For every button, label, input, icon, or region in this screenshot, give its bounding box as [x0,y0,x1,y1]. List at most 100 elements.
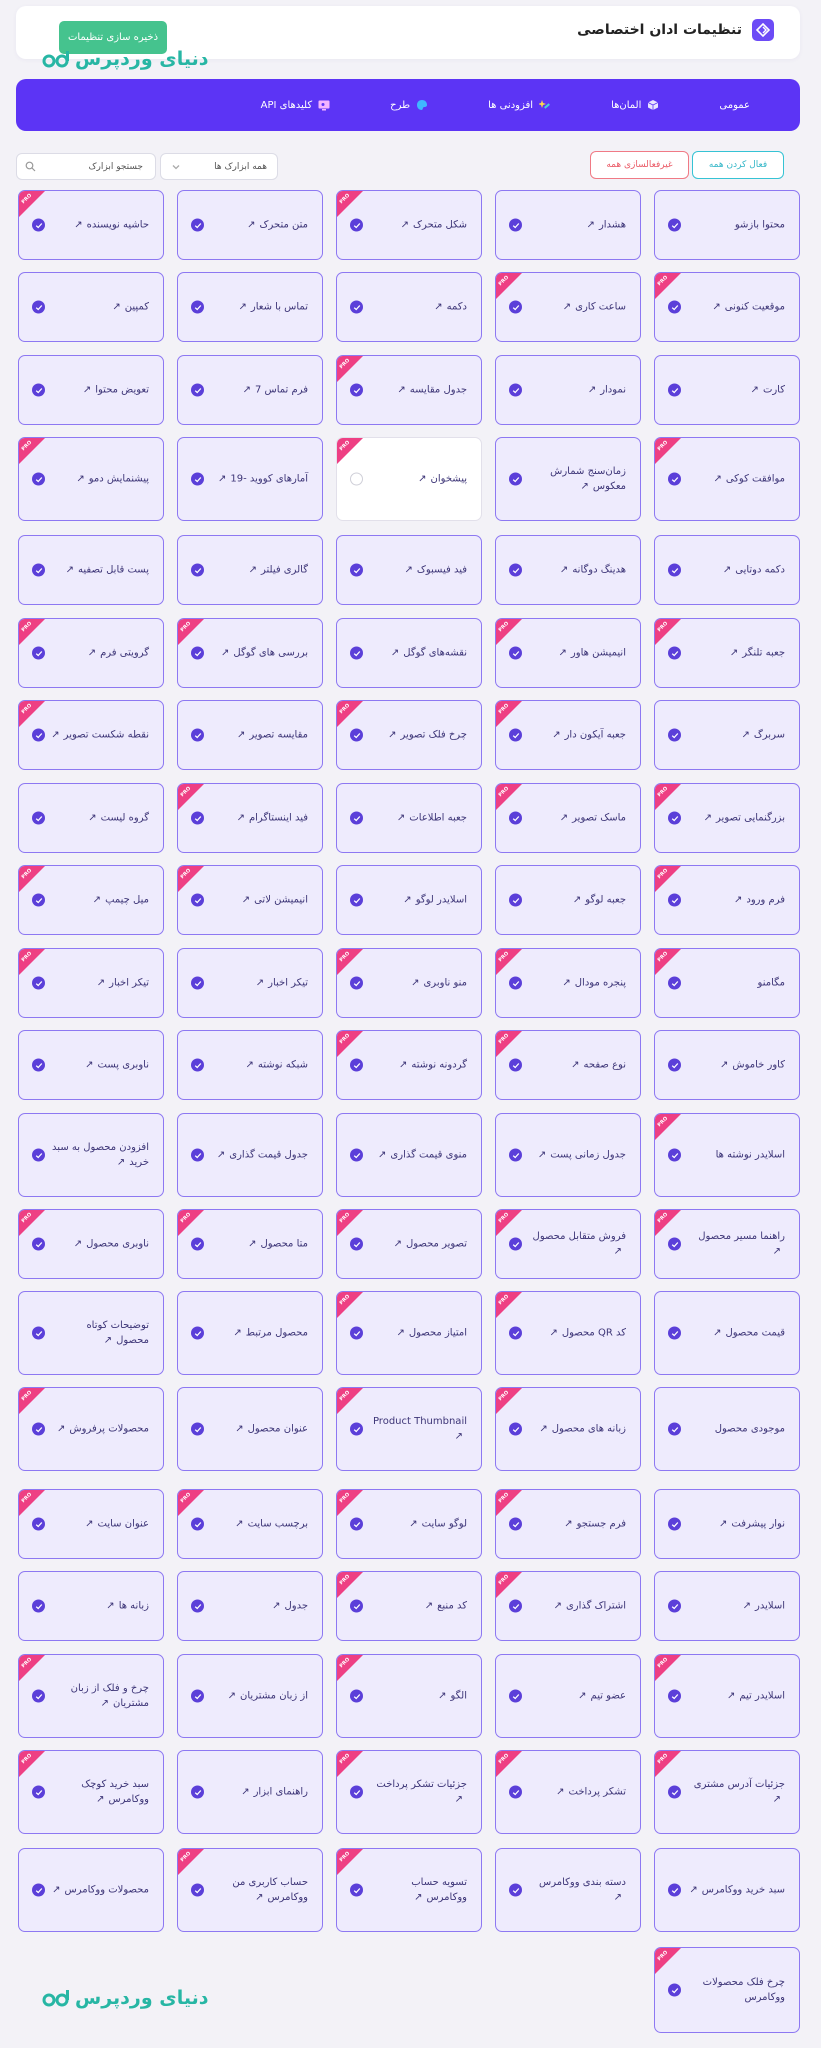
widget-card[interactable]: لوگو سایت ↗ PRO [336,1489,482,1559]
external-link-icon[interactable]: ↗ [85,1058,93,1073]
external-link-icon[interactable]: ↗ [614,1890,622,1905]
external-link-icon[interactable]: ↗ [249,563,257,578]
widget-card[interactable]: اسلایدر لوگو ↗ [336,865,482,935]
checkmark-toggle-icon[interactable] [509,728,522,742]
external-link-icon[interactable]: ↗ [104,1333,112,1348]
checkmark-toggle-icon[interactable] [191,1058,204,1072]
external-link-icon[interactable]: ↗ [237,811,245,826]
tab-elements[interactable]: المان‌ها [611,90,659,120]
widget-filter-select[interactable]: همه ابزارک ها [160,153,278,180]
widget-card[interactable]: دکمه ↗ [336,272,482,342]
checkmark-toggle-icon[interactable] [32,811,45,825]
external-link-icon[interactable]: ↗ [538,1148,546,1163]
enable-all-button[interactable]: فعال کردن همه [692,151,784,179]
external-link-icon[interactable]: ↗ [455,1429,463,1444]
external-link-icon[interactable]: ↗ [388,728,396,743]
external-link-icon[interactable]: ↗ [560,563,568,578]
checkmark-toggle-icon[interactable] [32,1422,45,1436]
external-link-icon[interactable]: ↗ [713,1326,721,1341]
widget-card[interactable]: فروش متقابل محصول ↗ PRO [495,1209,641,1279]
checkmark-toggle-icon[interactable] [668,563,681,577]
widget-card[interactable]: الگو ↗ PRO [336,1654,482,1738]
widget-card[interactable]: شکل متحرک ↗ PRO [336,190,482,260]
external-link-icon[interactable]: ↗ [228,1689,236,1704]
checkmark-toggle-icon[interactable] [509,976,522,990]
widget-card[interactable]: جعبه لوگو ↗ [495,865,641,935]
checkmark-toggle-icon[interactable] [668,1326,681,1340]
checkmark-toggle-icon[interactable] [32,1517,45,1531]
widget-card[interactable]: زبانه های محصول ↗ PRO [495,1387,641,1471]
widget-card[interactable]: اشتراک گذاری↗ PRO [495,1571,641,1641]
external-link-icon[interactable]: ↗ [93,893,101,908]
checkmark-toggle-icon[interactable] [191,976,204,990]
widget-card[interactable]: جزئیات آدرس مشتری ↗ PRO [654,1750,800,1834]
checkmark-toggle-icon[interactable] [191,563,204,577]
external-link-icon[interactable]: ↗ [438,1689,446,1704]
widget-card[interactable]: شبکه نوشته ↗ [177,1030,323,1100]
external-link-icon[interactable]: ↗ [559,646,567,661]
widget-card[interactable]: انیمیشن لاتی ↗ PRO [177,865,323,935]
external-link-icon[interactable]: ↗ [401,218,409,233]
widget-card[interactable]: چرخ فلک محصولات ووکامرس PRO [654,1947,800,2033]
checkmark-toggle-icon[interactable] [32,1785,45,1799]
widget-card[interactable]: عنوان محصول ↗ [177,1387,323,1471]
external-link-icon[interactable]: ↗ [218,472,226,487]
tab-general[interactable]: عمومی [719,90,750,120]
widget-card[interactable]: بزرگنمایی تصویر ↗ PRO [654,783,800,853]
checkmark-toggle-icon[interactable] [191,1785,204,1799]
checkmark-toggle-icon[interactable] [32,976,45,990]
checkmark-toggle-icon[interactable] [350,300,363,314]
widget-card[interactable]: فید فیسبوک↗ [336,535,482,605]
checkmark-toggle-icon[interactable] [350,1148,363,1162]
checkmark-toggle-icon[interactable] [668,1599,681,1613]
checkmark-toggle-icon[interactable] [191,893,204,907]
external-link-icon[interactable]: ↗ [394,1237,402,1252]
widget-card[interactable]: سربرگ ↗ [654,700,800,770]
checkmark-toggle-icon[interactable] [509,811,522,825]
checkmark-toggle-icon[interactable] [350,218,363,232]
checkmark-toggle-icon[interactable] [350,383,363,397]
external-link-icon[interactable]: ↗ [614,1244,622,1259]
external-link-icon[interactable]: ↗ [256,976,264,991]
external-link-icon[interactable]: ↗ [88,646,96,661]
checkmark-toggle-icon[interactable] [32,383,45,397]
widget-card[interactable]: پیشخوان ↗ PRO [336,437,482,521]
external-link-icon[interactable]: ↗ [743,1599,751,1614]
widget-card[interactable]: جدول ↗ [177,1571,323,1641]
checkmark-toggle-icon[interactable] [509,218,522,232]
checkmark-toggle-icon[interactable] [509,1058,522,1072]
external-link-icon[interactable]: ↗ [564,1517,572,1532]
disable-all-button[interactable]: غیرفعالسازی همه [590,151,689,179]
checkmark-toggle-icon[interactable] [191,218,204,232]
checkmark-toggle-icon[interactable] [32,1883,45,1897]
external-link-icon[interactable]: ↗ [397,383,405,398]
widget-card[interactable]: جعبه آیکون دار ↗ PRO [495,700,641,770]
checkmark-toggle-icon[interactable] [668,728,681,742]
external-link-icon[interactable]: ↗ [581,479,589,494]
checkmark-toggle-icon[interactable] [191,646,204,660]
widget-card[interactable]: هدینگ دوگانه ↗ [495,535,641,605]
checkmark-toggle-icon[interactable] [509,300,522,314]
checkmark-toggle-icon[interactable] [509,1517,522,1531]
widget-card[interactable]: نقشه‌های گوگل ↗ [336,618,482,688]
checkmark-toggle-icon[interactable] [32,728,45,742]
widget-card[interactable]: کد منبع ↗ PRO [336,1571,482,1641]
checkmark-toggle-icon[interactable] [350,563,363,577]
widget-card[interactable]: گردونه نوشته ↗ PRO [336,1030,482,1100]
widget-card[interactable]: متا محصول ↗ PRO [177,1209,323,1279]
external-link-icon[interactable]: ↗ [571,1058,579,1073]
checkmark-toggle-icon[interactable] [509,1148,522,1162]
external-link-icon[interactable]: ↗ [539,1422,547,1437]
widget-card[interactable]: منو ناوبری ↗ PRO [336,948,482,1018]
widget-card[interactable]: نقطه شکست تصویر ↗ PRO [18,700,164,770]
widget-card[interactable]: دکمه دوتایی ↗ [654,535,800,605]
checkmark-toggle-icon[interactable] [350,1517,363,1531]
widget-card[interactable]: موجودی محصول [654,1387,800,1471]
checkmark-toggle-icon[interactable] [350,646,363,660]
widget-card[interactable]: تیکر اخبار ↗ PRO [18,948,164,1018]
checkmark-toggle-icon[interactable] [668,1148,681,1162]
tab-api-keys[interactable]: کلیدهای API [261,90,331,120]
tab-design[interactable]: طرح [390,90,428,120]
external-link-icon[interactable]: ↗ [560,811,568,826]
widget-card[interactable]: جزئیات تشکر پرداخت ↗ PRO [336,1750,482,1834]
